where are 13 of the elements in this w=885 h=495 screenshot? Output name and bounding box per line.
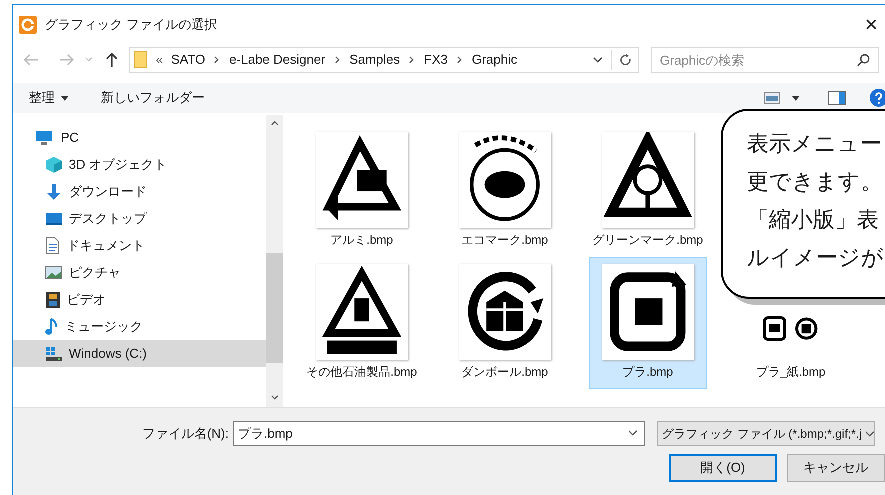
file-name: アルミ.bmp (330, 232, 394, 248)
file-name: その他石油製品.bmp (306, 364, 418, 380)
callout-text: 更できます。 (747, 168, 884, 196)
file-name: プラ.bmp (622, 364, 674, 380)
file-name: ダンボール.bmp (460, 364, 550, 380)
file-name: プラ_紙.bmp (755, 364, 827, 380)
callout-text: 「縮小版」表 (747, 206, 880, 234)
filename-label: ファイル名(N): (141, 424, 230, 443)
callout-text: 表示メニュー (747, 130, 883, 158)
file-name: エコマーク.bmp (460, 232, 550, 248)
window-title: グラフィック ファイルの選択 (45, 16, 218, 34)
file-name: グリーンマーク.bmp (592, 232, 704, 248)
callout-text: ルイメージが (747, 244, 885, 272)
